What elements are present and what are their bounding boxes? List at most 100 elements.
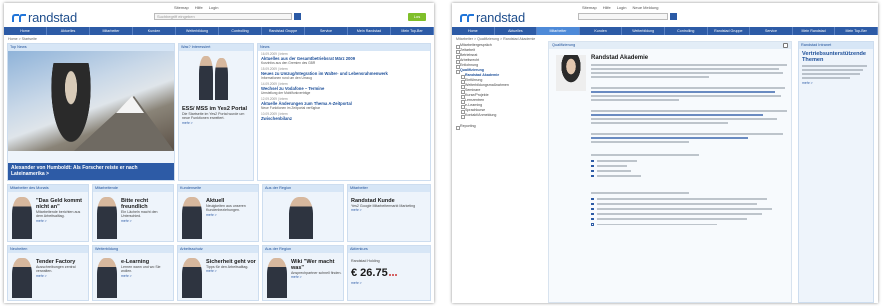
nav-controlling[interactable]: Controlling: [219, 27, 262, 35]
nav-service[interactable]: Service: [305, 27, 348, 35]
nav-kunden[interactable]: Kunden: [133, 27, 176, 35]
nav-randstad-gruppe[interactable]: Randstad Gruppe: [262, 27, 305, 35]
main-nav: Home Aktuelles Mitarbeiter Kunden Weiter…: [4, 27, 434, 35]
related-box-title[interactable]: Vertriebsunterstützende Themen: [799, 49, 873, 65]
news-item[interactable]: 10.09.2009 | Intern Zwischenbilanz: [258, 111, 430, 122]
more-link[interactable]: mehr >: [121, 274, 172, 278]
ess-teaser-more-link[interactable]: mehr >: [182, 121, 252, 125]
nav-aktuelles[interactable]: Aktuelles: [495, 27, 538, 35]
tile-head: Weiterbildung: [93, 246, 173, 253]
nav-controlling[interactable]: Controlling: [665, 27, 708, 35]
main-nav: Home Aktuelles Mitarbeiter Kunden Weiter…: [452, 27, 878, 35]
row2-tile[interactable]: Mitarbeitende Bitte recht freundlich Ein L…: [92, 184, 174, 242]
nav-aktuelles[interactable]: Aktuelles: [47, 27, 90, 35]
row3-tile[interactable]: Weiterbildung e-Learning Lernen wann und w…: [92, 245, 174, 301]
nav-mein-top[interactable]: Mein Top-Ber: [391, 27, 434, 35]
more-link[interactable]: mehr >: [206, 213, 257, 217]
toplink-sitemap[interactable]: Sitemap: [174, 5, 189, 10]
nav-weiterbildung[interactable]: Weiterbildung: [176, 27, 219, 35]
search-button[interactable]: [670, 13, 677, 20]
nav-mitarbeiter[interactable]: Mitarbeiter: [537, 27, 580, 35]
news-title-link[interactable]: Zwischenbilanz: [261, 116, 427, 121]
related-box: Randstad Intranet Vertriebsunterstützend…: [798, 41, 874, 303]
ess-teaser-text: Die Startseite im Yes2 Portal wurde um n…: [182, 112, 245, 121]
nav-mein-top[interactable]: Mein Top-Ber: [835, 27, 878, 35]
tile-title[interactable]: "Das Geld kommt nicht an": [36, 198, 87, 210]
nav-home[interactable]: Home: [452, 27, 495, 35]
tile-title[interactable]: Wiki "Wer macht was": [291, 259, 342, 271]
person-image: [199, 56, 213, 100]
logo[interactable]: randstad: [12, 10, 77, 25]
hero-tile[interactable]: Top News Alexander von Humboldt: Als For…: [7, 43, 175, 181]
nav-mein-randstad[interactable]: Mein Randstad: [793, 27, 836, 35]
person-image: [12, 197, 32, 239]
author-photo: [556, 55, 586, 91]
search-button[interactable]: [294, 13, 301, 20]
nav-mein-randstad[interactable]: Mein Randstad: [348, 27, 391, 35]
tile-text: Lernen wann und wo Sie wollen.: [121, 265, 161, 274]
sidenav-item[interactable]: Kontakt/Anmeldung: [456, 113, 542, 119]
list-1: [591, 154, 787, 180]
print-icon[interactable]: [783, 43, 788, 48]
row2-tile[interactable]: Kundenseite Aktuell Neuigkeiten aus unsere…: [177, 184, 259, 242]
ess-teaser-tile[interactable]: Was? Interessiert ESS/ MSS im Yes2 Porta…: [178, 43, 254, 181]
more-link[interactable]: mehr >: [206, 269, 257, 273]
related-box-more-link[interactable]: mehr >: [799, 81, 873, 85]
toplink-help[interactable]: Hilfe: [603, 5, 611, 10]
hero-head: Top News: [8, 44, 174, 51]
tile-head: Aktienkurs: [348, 246, 430, 253]
row3-tile[interactable]: Aus der Region Wiki "Wer macht was" Anspre…: [262, 245, 344, 301]
row2-tile[interactable]: Mitarbeiter Randstad Kunde Yes2 Google Mit…: [347, 184, 431, 242]
row2-tile[interactable]: Aus der Region: [262, 184, 344, 242]
nav-mitarbeiter[interactable]: Mitarbeiter: [90, 27, 133, 35]
more-link[interactable]: mehr >: [36, 274, 87, 278]
top-links: Sitemap Hilfe Login: [174, 5, 219, 10]
news-head: News: [258, 44, 430, 51]
row3-tile[interactable]: Aktienkurs Randstad Holding € 26.75 mehr >: [347, 245, 431, 301]
nav-kunden[interactable]: Kunden: [580, 27, 623, 35]
content-head: Qualifizierung: [549, 42, 791, 49]
toplink-login[interactable]: Login: [209, 5, 219, 10]
nav-home[interactable]: Home: [4, 27, 47, 35]
paragraph-4: [591, 133, 787, 145]
row2-tile[interactable]: Mitarbeiter des Monats "Das Geld kommt ni…: [7, 184, 89, 242]
toplink-new[interactable]: Neue Meldung: [633, 5, 659, 10]
news-item[interactable]: 15.09.2009 | Intern Neues zu Umzug/Integr…: [258, 66, 430, 81]
person-image: [12, 258, 32, 298]
person-image: [215, 58, 228, 100]
composite-screenshot: randstad Sitemap Hilfe Login Suchbegriff…: [0, 0, 883, 306]
news-item[interactable]: 16.09.2009 | Intern Aktuelles aus der Ges…: [258, 51, 430, 66]
logo-text: randstad: [28, 10, 77, 25]
tile-text: Ausschreibungen zentral verwalten.: [36, 265, 76, 274]
search-input[interactable]: Suchbegriff eingeben: [154, 13, 292, 20]
tile-title[interactable]: Bitte recht freundlich: [121, 198, 172, 210]
row3-tile[interactable]: Neuheiten Tender Factory Ausschreibungen z…: [7, 245, 89, 301]
tile-head: Aus der Region: [263, 246, 343, 253]
tile-head: Mitarbeitende: [93, 185, 173, 192]
tile-text: Mitarbeitende berichten aus dem Arbeitsa…: [36, 210, 81, 219]
more-link[interactable]: mehr >: [291, 275, 342, 279]
row3-tile[interactable]: Arbeitsschutz Sicherheit geht vor Tipps fü…: [177, 245, 259, 301]
news-item[interactable]: 14.09.2009 | Intern Wechsel zu Vodafone –…: [258, 81, 430, 96]
article-page-screenshot: randstad Sitemap Hilfe Login Neue Meldun…: [452, 3, 878, 303]
logo[interactable]: randstad: [460, 10, 525, 25]
nav-weiterbildung[interactable]: Weiterbildung: [622, 27, 665, 35]
stock-price: € 26.75: [351, 267, 388, 280]
more-link[interactable]: mehr >: [351, 281, 429, 285]
news-item[interactable]: 12.09.2009 | Intern Aktuelle Änderungen z…: [258, 96, 430, 111]
more-link[interactable]: mehr >: [36, 219, 87, 223]
toplink-login[interactable]: Login: [617, 5, 627, 10]
sidenav-item[interactable]: Reporting: [456, 124, 542, 130]
nav-randstad-gruppe[interactable]: Randstad Gruppe: [708, 27, 751, 35]
header: randstad Sitemap Hilfe Login Suchbegriff…: [4, 3, 434, 27]
toplink-sitemap[interactable]: Sitemap: [582, 5, 597, 10]
article-content: Qualifizierung Randstad Akademie: [548, 41, 792, 303]
search-input[interactable]: [578, 13, 668, 20]
toplink-help[interactable]: Hilfe: [195, 5, 203, 10]
more-link[interactable]: mehr >: [351, 208, 429, 212]
go-button[interactable]: Los: [408, 13, 426, 21]
more-link[interactable]: mehr >: [121, 219, 172, 223]
hero-caption[interactable]: Alexander von Humboldt: Als Forscher rei…: [8, 163, 174, 180]
header: randstad Sitemap Hilfe Login Neue Meldun…: [452, 3, 878, 27]
nav-service[interactable]: Service: [750, 27, 793, 35]
